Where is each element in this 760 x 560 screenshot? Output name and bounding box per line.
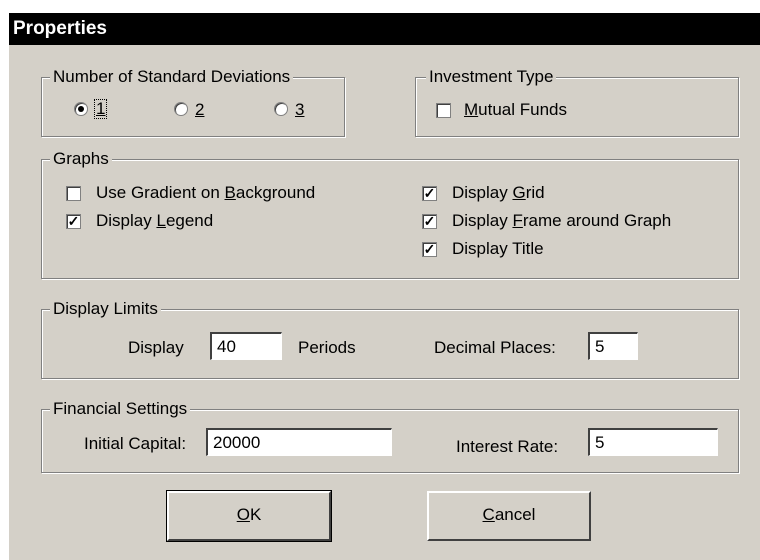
display-title-label[interactable]: Display Title <box>452 239 544 259</box>
financial-settings-group: Financial Settings Initial Capital: Inte… <box>41 399 739 473</box>
properties-dialog: Properties Number of Standard Deviations… <box>8 12 760 560</box>
graphs-group-label: Graphs <box>50 149 112 169</box>
graphs-group: Graphs Use Gradient on Background ✓ Disp… <box>41 149 739 279</box>
display-frame-label[interactable]: Display Frame around Graph <box>452 211 671 231</box>
display-periods-label: Display <box>128 338 184 357</box>
use-gradient-label[interactable]: Use Gradient on Background <box>96 183 315 203</box>
mutual-funds-checkbox[interactable] <box>436 103 451 118</box>
std-dev-radio-3[interactable] <box>274 102 288 116</box>
display-legend-label[interactable]: Display Legend <box>96 211 213 231</box>
financial-settings-group-label: Financial Settings <box>50 399 191 419</box>
window-title: Properties <box>13 18 107 39</box>
display-grid-label[interactable]: Display Grid <box>452 183 545 203</box>
interest-rate-input[interactable] <box>588 428 718 456</box>
decimal-places-input[interactable] <box>588 332 638 360</box>
display-grid-checkbox[interactable]: ✓ <box>422 186 437 201</box>
display-title-checkbox[interactable]: ✓ <box>422 242 437 257</box>
ok-button[interactable]: OK <box>166 490 332 542</box>
initial-capital-label: Initial Capital: <box>84 434 187 453</box>
mutual-funds-label[interactable]: Mutual Funds <box>464 100 567 120</box>
interest-rate-label: Interest Rate: <box>456 437 559 456</box>
investment-type-group-label: Investment Type <box>426 67 557 87</box>
std-dev-radio-1[interactable] <box>74 102 88 116</box>
initial-capital-input[interactable] <box>206 428 392 456</box>
std-dev-label-1[interactable]: 1 <box>94 99 108 119</box>
radio-selected-dot <box>78 106 84 112</box>
std-dev-group-label: Number of Standard Deviations <box>50 67 294 87</box>
investment-type-group: Investment Type Mutual Funds <box>415 67 739 137</box>
display-legend-checkbox[interactable]: ✓ <box>66 214 81 229</box>
decimal-places-label: Decimal Places: <box>434 338 556 357</box>
std-dev-radio-2[interactable] <box>174 102 188 116</box>
periods-label: Periods <box>298 338 356 357</box>
periods-input[interactable] <box>210 332 282 360</box>
display-frame-checkbox[interactable]: ✓ <box>422 214 437 229</box>
display-limits-group: Display Limits Display Periods Decimal P… <box>41 299 739 379</box>
std-dev-group: Number of Standard Deviations 1 2 3 <box>41 67 345 137</box>
std-dev-label-3[interactable]: 3 <box>295 100 304 120</box>
cancel-button[interactable]: Cancel <box>427 491 591 541</box>
use-gradient-checkbox[interactable] <box>66 186 81 201</box>
display-limits-group-label: Display Limits <box>50 299 161 319</box>
std-dev-label-2[interactable]: 2 <box>195 100 204 120</box>
title-bar: Properties <box>9 13 760 45</box>
